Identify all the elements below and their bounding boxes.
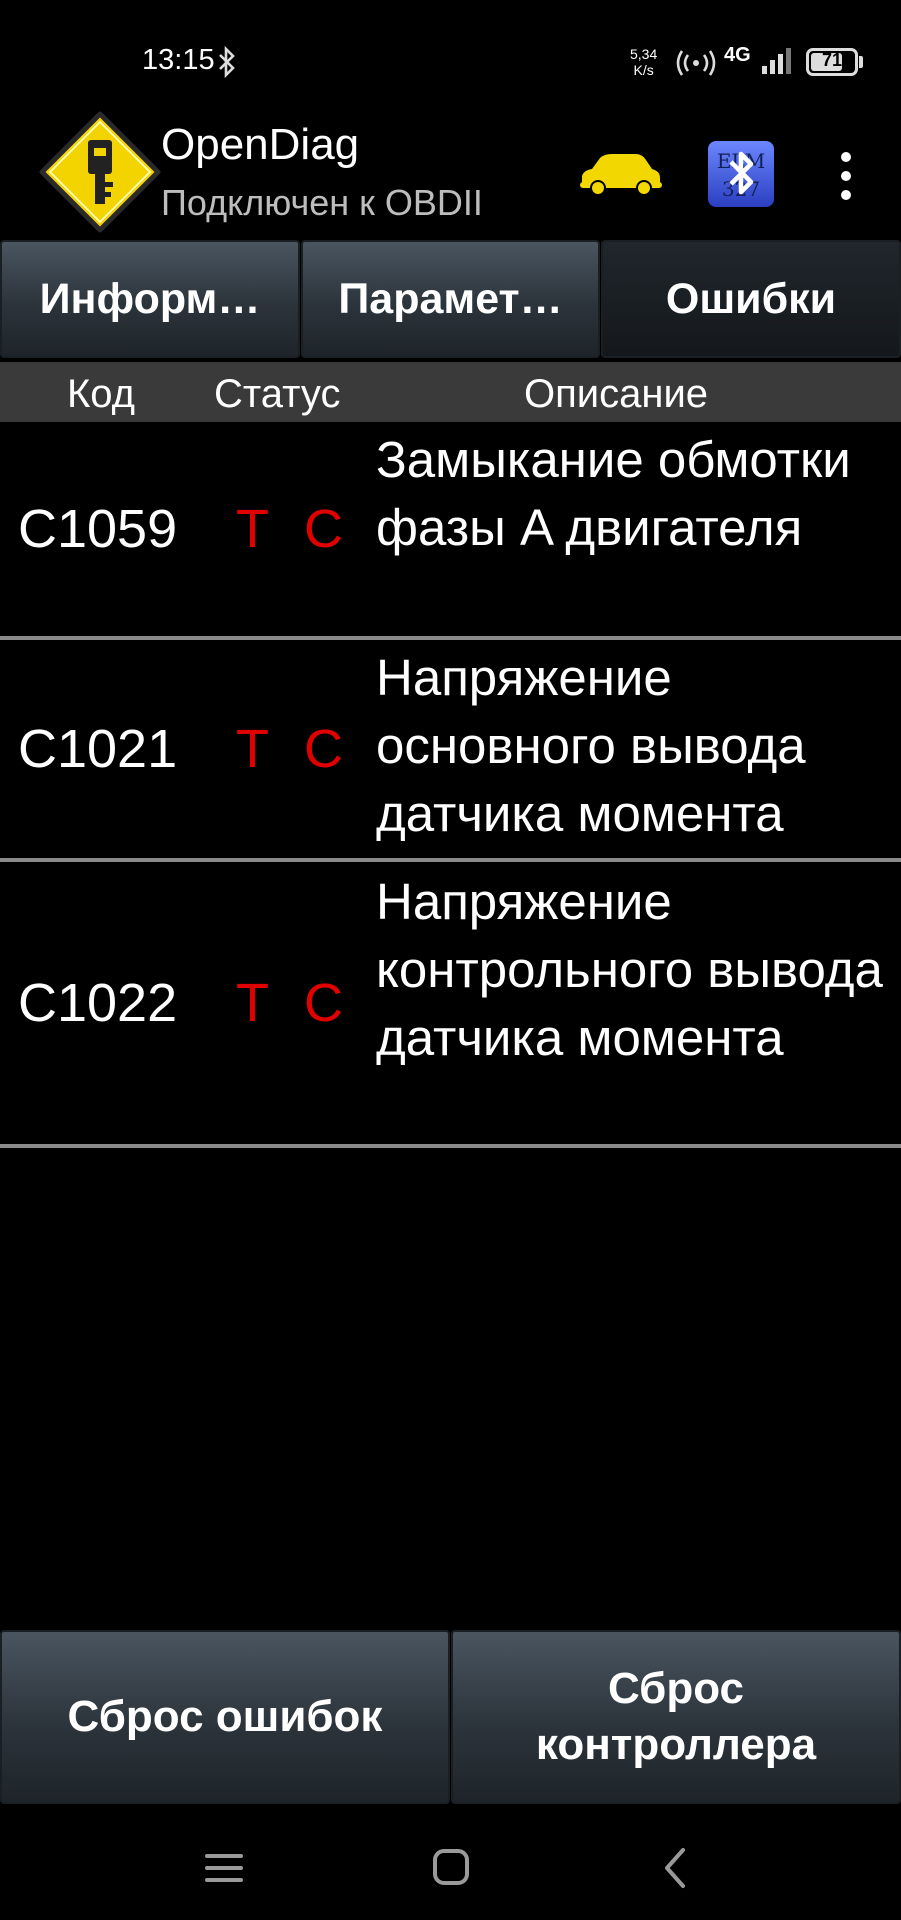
more-vert-icon[interactable]	[826, 148, 866, 204]
app-bar: OpenDiag Подключен к OBDII ELM 327	[0, 110, 901, 238]
error-description: Напряжение основного вывода датчика моме…	[376, 649, 806, 842]
header-code: Код	[67, 372, 136, 416]
network-speed: 5,34 K/s	[630, 46, 658, 78]
status-time: 13:15	[142, 44, 215, 76]
opendiag-logo-icon	[39, 111, 161, 233]
system-nav-bar	[0, 1810, 901, 1920]
table-row[interactable]: C1059 T C Замыкание обмотки фазы A двига…	[0, 422, 901, 636]
tab-parameters[interactable]: Парамет…	[301, 240, 600, 358]
header-status: Статус	[214, 372, 341, 416]
status-t: T	[236, 719, 269, 779]
header-description: Описание	[524, 372, 709, 416]
elm327-bluetooth-icon[interactable]: ELM 327	[707, 140, 775, 208]
network-type: 4G	[724, 44, 751, 66]
row-divider	[0, 1144, 901, 1148]
connection-status: Подключен к OBDII	[161, 182, 483, 223]
reset-errors-button[interactable]: Сброс ошибок	[0, 1630, 450, 1804]
status-c: C	[304, 719, 343, 779]
tab-errors[interactable]: Ошибки	[601, 240, 901, 358]
table-row[interactable]: C1021 T C Напряжение основного вывода да…	[0, 640, 901, 858]
bluetooth-icon	[219, 46, 235, 78]
error-description: Напряжение контрольного вывода датчика м…	[376, 873, 883, 1066]
signal-icon	[762, 48, 791, 74]
reset-controller-button[interactable]: Сброс контроллера	[451, 1630, 901, 1804]
error-code: C1059	[18, 499, 178, 559]
battery-level: 71	[821, 50, 843, 70]
error-code: C1022	[18, 973, 178, 1033]
status-c: C	[304, 499, 343, 559]
battery-tip	[859, 56, 863, 68]
status-bar: 13:15 5,34 K/s 4G 71	[0, 0, 901, 110]
error-code: C1021	[18, 719, 178, 779]
menu-icon[interactable]	[199, 1846, 249, 1890]
battery-icon: 71	[806, 48, 858, 76]
error-description: Замыкание обмотки фазы A двигателя	[376, 431, 851, 556]
home-icon[interactable]	[426, 1846, 476, 1890]
tab-bar: Информ… Парамет… Ошибки	[0, 240, 901, 360]
table-row[interactable]: C1022 T C Напряжение контрольного вывода…	[0, 862, 901, 1146]
table-header: Код Статус Описание	[0, 362, 901, 422]
car-icon[interactable]	[578, 150, 662, 198]
tab-info[interactable]: Информ…	[0, 240, 300, 358]
app-title: OpenDiag	[161, 120, 360, 169]
hotspot-icon	[676, 50, 716, 76]
back-icon[interactable]	[651, 1846, 701, 1890]
status-t: T	[236, 973, 269, 1033]
status-c: C	[304, 973, 343, 1033]
status-t: T	[236, 499, 269, 559]
